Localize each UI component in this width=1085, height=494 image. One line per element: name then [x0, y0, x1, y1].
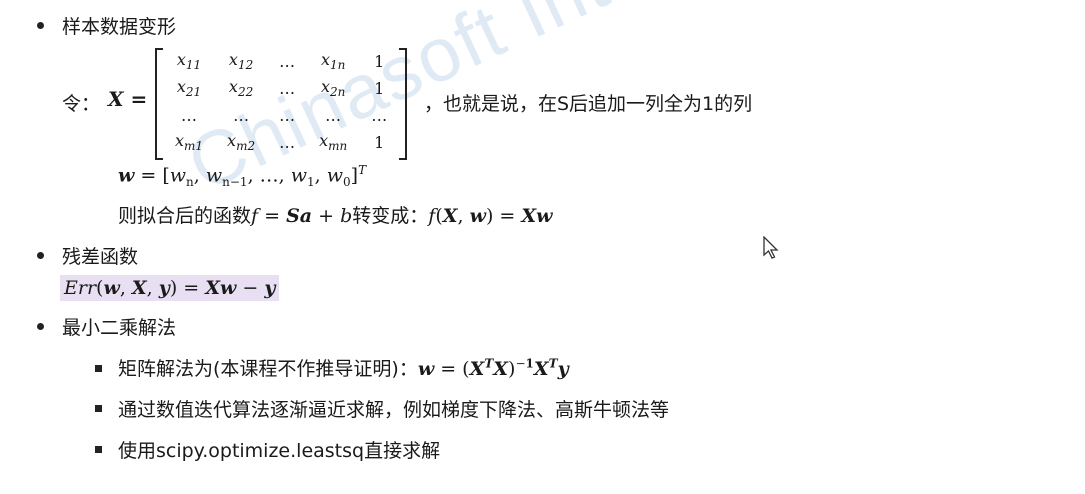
residual-formula: Err(w, X, y) = Xw − y [60, 275, 280, 301]
matrix-cell: x22 [228, 77, 254, 100]
matrix-cell: 1 [374, 133, 385, 152]
heading-sample-transform: 样本数据变形 [62, 16, 177, 38]
matrix-cell: x2n [320, 77, 346, 100]
square-bullet [95, 405, 102, 412]
matrix-table: x11 x12 … x1n 1 x21 x22 … x2n 1 … … … … … [163, 48, 399, 156]
matrix-right-bracket [399, 48, 408, 160]
matrix-row: … … … … … [163, 102, 399, 129]
matrix-cell: xmn [319, 131, 348, 154]
matrix-cell: 1 [374, 79, 385, 98]
square-bullet [95, 365, 102, 372]
matrix-cell: … [325, 106, 342, 125]
matrix-cell: … [279, 52, 296, 71]
bullet-dot [37, 22, 44, 29]
normal-equation: w = (XTX)−1XTy [417, 356, 569, 380]
matrix-cell: x21 [176, 77, 202, 100]
let-label: 令： [62, 93, 101, 115]
weight-vector-definition: w = [wn, wn−1, …, w1, w0]T [118, 163, 367, 190]
fit-function-line: 则拟合后的函数f = Sa + b转变成：f(X, w) = Xw [118, 201, 553, 228]
fit-mid: 转变成： [352, 205, 429, 227]
bullet-dot [37, 252, 44, 259]
matrix-cell: … [279, 79, 296, 98]
matrix-cell: … [279, 106, 296, 125]
square-bullet [95, 446, 102, 453]
matrix-cell: x1n [320, 50, 346, 73]
matrix-row: x11 x12 … x1n 1 [163, 48, 399, 75]
heading-residual: 残差函数 [62, 246, 139, 268]
design-matrix: x11 x12 … x1n 1 x21 x22 … x2n 1 … … … … … [155, 48, 408, 160]
item-text: 矩阵解法为(本课程不作推导证明)： [118, 358, 418, 380]
mouse-pointer-icon [763, 236, 779, 259]
matrix-row: x21 x22 … x2n 1 [163, 75, 399, 102]
item-scipy: 使用scipy.optimize.leastsq直接求解 [118, 440, 441, 462]
matrix-cell: x12 [228, 50, 254, 73]
matrix-cell: … [279, 133, 296, 152]
matrix-symbol-x: X = [108, 87, 148, 111]
matrix-left-bracket [155, 48, 163, 160]
matrix-cell: 1 [374, 52, 385, 71]
matrix-cell: xm2 [227, 131, 256, 154]
matrix-cell: … [371, 106, 388, 125]
item-matrix-solution: 矩阵解法为(本课程不作推导证明)：w = (XTX)−1XTy [118, 354, 569, 381]
matrix-cell: xm1 [175, 131, 204, 154]
matrix-cell: … [181, 106, 198, 125]
matrix-cell: … [233, 106, 250, 125]
item-iterative: 通过数值迭代算法逐渐逼近求解，例如梯度下降法、高斯牛顿法等 [118, 399, 670, 421]
matrix-row: xm1 xm2 … xmn 1 [163, 129, 399, 156]
bullet-dot [37, 323, 44, 330]
matrix-cell: x11 [176, 50, 202, 73]
matrix-explanation: ，也就是说，在S后追加一列全为1的列 [424, 93, 753, 115]
heading-least-squares: 最小二乘解法 [62, 317, 177, 339]
fit-result: f(X, w) = Xw [428, 205, 553, 227]
fit-prefix: 则拟合后的函数 [118, 205, 252, 227]
fit-formula: f = Sa + b [251, 205, 353, 227]
